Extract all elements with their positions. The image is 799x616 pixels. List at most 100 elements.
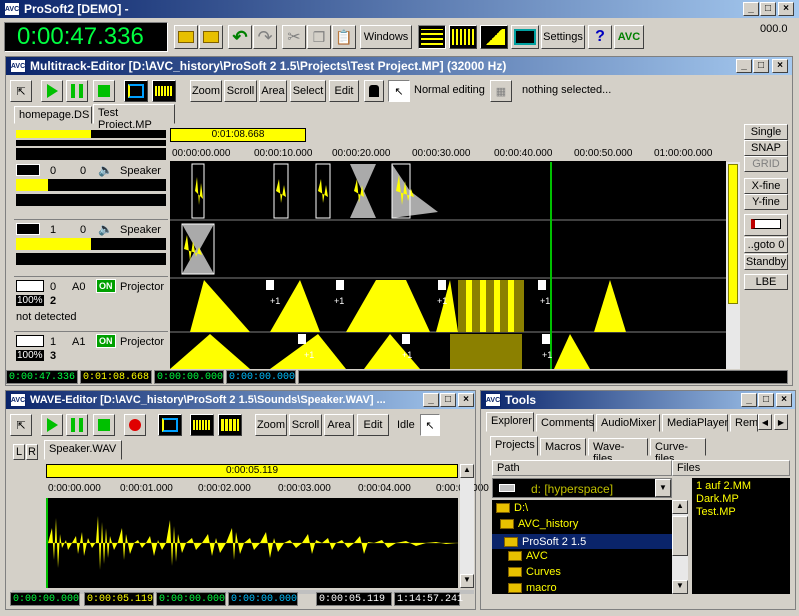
- y-fine-button[interactable]: Y-fine: [744, 194, 788, 210]
- wave-play-button[interactable]: [41, 414, 63, 436]
- track-canvas[interactable]: [170, 162, 726, 369]
- track-header-2[interactable]: 1 0 🔈 Speaker: [14, 221, 168, 277]
- wave-maximize-button[interactable]: □: [440, 393, 456, 407]
- track-header-3[interactable]: 0 A0 ON Projector 100% 2 not detected: [14, 278, 168, 332]
- minimize-button[interactable]: _: [743, 2, 759, 16]
- tree-item-drive[interactable]: D:\: [496, 502, 528, 514]
- wave-stop-button[interactable]: [93, 414, 115, 436]
- x-fine-button[interactable]: X-fine: [744, 178, 788, 194]
- drive-selector[interactable]: d: [hyperspace] ▼: [492, 478, 672, 498]
- right-channel-button[interactable]: R: [26, 444, 38, 460]
- tools-window-button[interactable]: [511, 25, 539, 49]
- multitrack-close-button[interactable]: ×: [772, 59, 788, 73]
- track-header-1[interactable]: 0 0 🔈 Speaker: [14, 162, 168, 220]
- wave-canvas[interactable]: [46, 498, 458, 588]
- wave-record-button[interactable]: [124, 414, 146, 436]
- mt-loop-button[interactable]: [124, 80, 148, 102]
- tools-minimize-button[interactable]: _: [741, 393, 757, 407]
- cut-button[interactable]: ✂: [282, 25, 306, 49]
- tree-item-prosoft[interactable]: ProSoft 2 1.5: [492, 534, 672, 549]
- tools-tab-scroll-left[interactable]: ◀: [758, 414, 772, 430]
- tools-maximize-button[interactable]: □: [758, 393, 774, 407]
- tree-item-avc[interactable]: AVC: [508, 550, 548, 562]
- left-channel-button[interactable]: L: [13, 444, 25, 460]
- mt-area-button[interactable]: Area: [259, 80, 287, 102]
- standby-button[interactable]: Standby: [744, 254, 788, 270]
- wave-amplify-button[interactable]: [218, 414, 242, 436]
- close-button[interactable]: ×: [778, 2, 794, 16]
- subtab-macros[interactable]: Macros: [540, 438, 586, 456]
- tools-tab-scroll-right[interactable]: ▶: [774, 414, 788, 430]
- mt-vertical-scrollbar[interactable]: [726, 162, 740, 369]
- maximize-button[interactable]: □: [760, 2, 776, 16]
- tab-homepage[interactable]: homepage.DS: [14, 106, 92, 124]
- avc-button[interactable]: AVC: [614, 25, 644, 49]
- settings-button[interactable]: Settings: [541, 25, 585, 49]
- file-item[interactable]: 1 auf 2.MM: [696, 480, 786, 493]
- wave-scroll-button[interactable]: Scroll: [289, 414, 322, 436]
- paste-button[interactable]: 📋: [332, 25, 356, 49]
- wave-zoom-button[interactable]: Zoom: [255, 414, 287, 436]
- tab-speaker-wav[interactable]: Speaker.WAV: [44, 440, 122, 460]
- undo-button[interactable]: ↶: [228, 25, 252, 49]
- multitrack-window-button[interactable]: [418, 25, 446, 49]
- tree-scrollbar[interactable]: ▲ ▼: [672, 500, 688, 594]
- tree-item-macro[interactable]: macro: [508, 582, 557, 594]
- mt-play-button[interactable]: [41, 80, 63, 102]
- mt-pointer-button[interactable]: ⇱: [10, 80, 32, 102]
- curve-window-button[interactable]: [480, 25, 508, 49]
- single-button[interactable]: Single: [744, 124, 788, 140]
- track-4-on-button[interactable]: ON: [96, 334, 116, 348]
- wave-cursor-button[interactable]: ↖: [420, 414, 440, 436]
- open-project-button[interactable]: [174, 25, 198, 49]
- tab-mediaplayer[interactable]: MediaPlayer: [662, 414, 728, 432]
- device-button[interactable]: [744, 214, 788, 236]
- mt-edit-button[interactable]: Edit: [329, 80, 359, 102]
- file-item[interactable]: Test.MP: [696, 506, 786, 519]
- wave-area-button[interactable]: Area: [324, 414, 354, 436]
- snap-button[interactable]: SNAP: [744, 140, 788, 156]
- mt-lock-button[interactable]: [364, 80, 384, 102]
- mt-zoom-button[interactable]: Zoom: [190, 80, 222, 102]
- tree-item-avc-history[interactable]: AVC_history: [500, 518, 578, 530]
- save-project-button[interactable]: [199, 25, 223, 49]
- subtab-curve-files[interactable]: Curve-files: [650, 438, 706, 465]
- mt-cursor-button[interactable]: ↖: [388, 80, 410, 102]
- mt-scroll-button[interactable]: Scroll: [224, 80, 257, 102]
- mt-stop-button[interactable]: [93, 80, 115, 102]
- file-item[interactable]: Dark.MP: [696, 493, 786, 506]
- multitrack-maximize-button[interactable]: □: [753, 59, 769, 73]
- help-button[interactable]: ?: [588, 25, 612, 49]
- track-3-on-button[interactable]: ON: [96, 279, 116, 293]
- tools-close-button[interactable]: ×: [776, 393, 792, 407]
- mt-pause-button[interactable]: [66, 80, 88, 102]
- tab-rem[interactable]: Rem: [730, 414, 758, 432]
- tab-audiomixer[interactable]: AudioMixer: [596, 414, 660, 432]
- wave-pause-button[interactable]: [66, 414, 88, 436]
- wave-minimize-button[interactable]: _: [423, 393, 439, 407]
- mt-mode-button[interactable]: ▦: [490, 80, 512, 102]
- goto-zero-button[interactable]: ..goto 0: [744, 237, 788, 253]
- wave-pointer-button[interactable]: ⇱: [10, 414, 32, 436]
- grid-button[interactable]: GRID: [744, 156, 788, 172]
- wave-normalize-button[interactable]: [190, 414, 214, 436]
- tab-comments[interactable]: Comments: [536, 414, 594, 432]
- copy-button[interactable]: ❐: [307, 25, 331, 49]
- wave-window-button[interactable]: [449, 25, 477, 49]
- subtab-projects[interactable]: Projects: [490, 436, 538, 456]
- tab-test-project[interactable]: Test Project.MP: [93, 104, 175, 131]
- lbe-button[interactable]: LBE: [744, 274, 788, 290]
- multitrack-minimize-button[interactable]: _: [736, 59, 752, 73]
- subtab-wave-files[interactable]: Wave-files: [588, 438, 648, 465]
- mt-horizontal-scrollbar[interactable]: [298, 370, 788, 384]
- wave-edit-button[interactable]: Edit: [357, 414, 389, 436]
- wave-close-button[interactable]: ×: [458, 393, 474, 407]
- tab-explorer[interactable]: Explorer: [486, 412, 534, 432]
- windows-button[interactable]: Windows: [360, 25, 412, 49]
- wave-loop-button[interactable]: [158, 414, 182, 436]
- mt-waveform-button[interactable]: [152, 80, 176, 102]
- redo-button[interactable]: ↷: [253, 25, 277, 49]
- wave-vertical-scrollbar[interactable]: ▲ ▼: [460, 464, 474, 588]
- track-header-4[interactable]: 1 A1 ON Projector 100% 3: [14, 333, 168, 369]
- tree-item-curves[interactable]: Curves: [508, 566, 561, 578]
